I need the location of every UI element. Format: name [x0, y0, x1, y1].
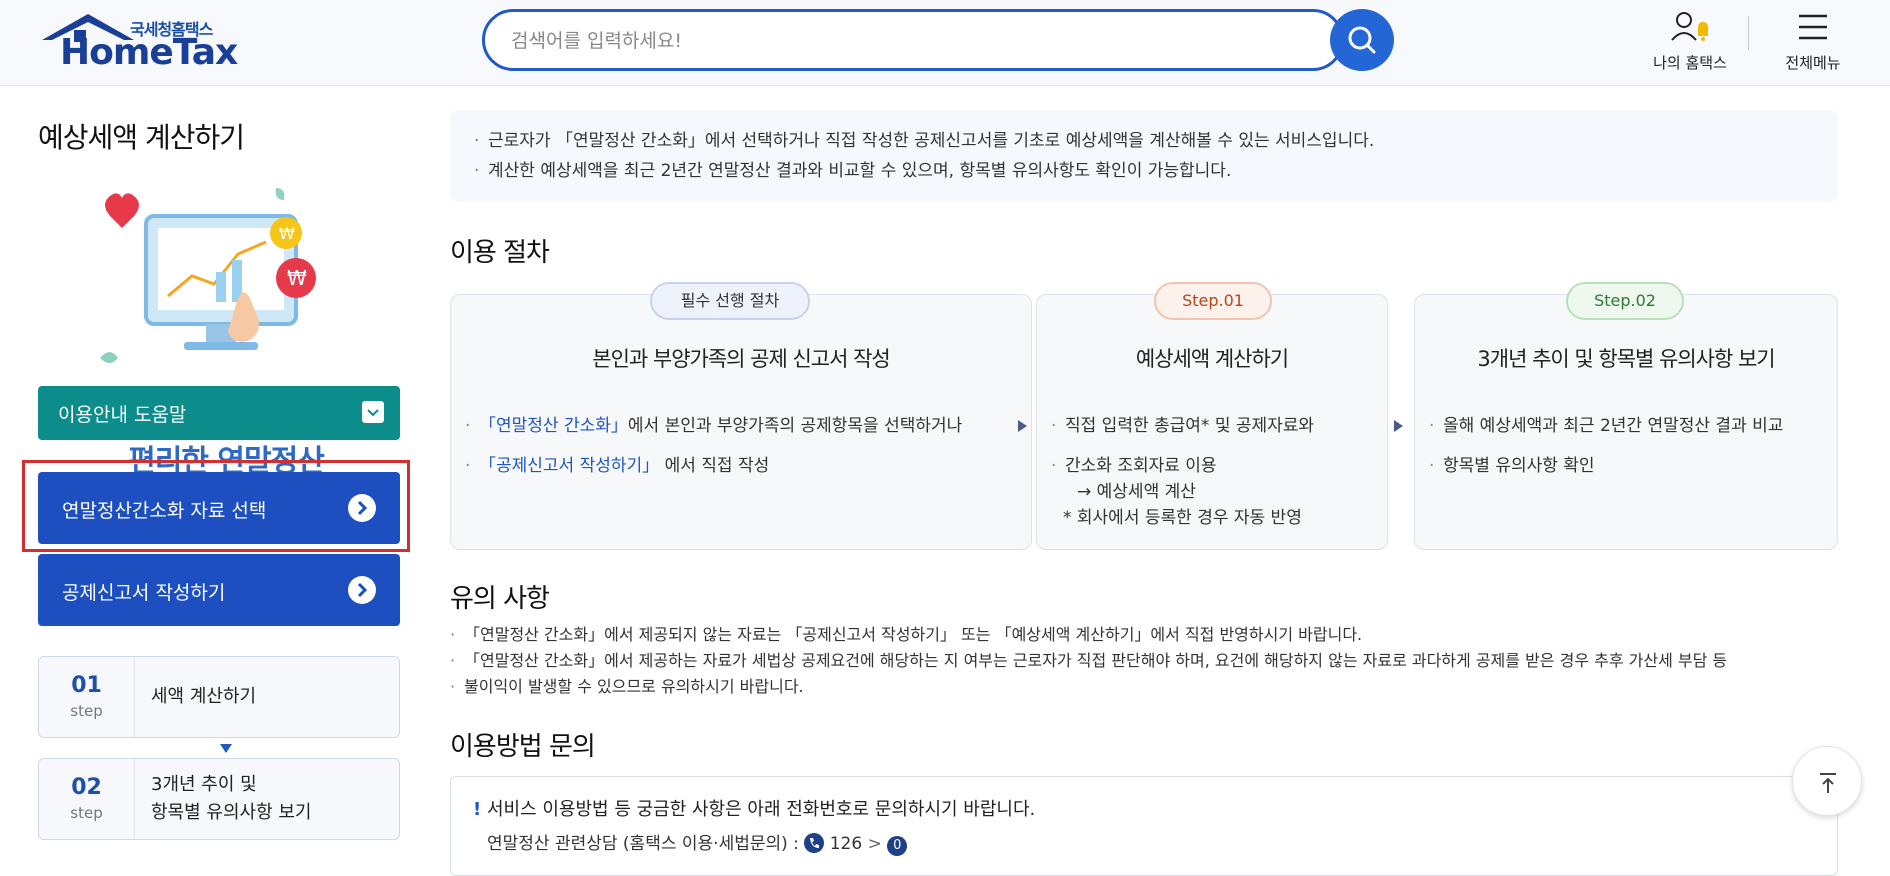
main-content: 근로자가 「연말정산 간소화」에서 선택하거나 직접 작성한 공제신고서를 기초… — [450, 86, 1890, 876]
search-icon — [1348, 26, 1376, 54]
svg-text:₩: ₩ — [287, 266, 307, 290]
header-divider — [1748, 16, 1749, 50]
step-02: 02 step 3개년 추이 및 항목별 유의사항 보기 — [38, 758, 400, 840]
header: 국세청홈택스 HomeTax 나의 홈택스 전체메뉴 — [0, 0, 1890, 86]
my-hometax-button[interactable]: 나의 홈택스 — [1640, 8, 1740, 73]
step02-badge: Step.02 — [1566, 282, 1684, 320]
list-item-note: * 회사에서 등록한 경우 자동 반영 — [1063, 508, 1302, 528]
inquiry-notice: ! 서비스 이용방법 등 궁금한 사항은 아래 전화번호로 문의하시기 바랍니다… — [473, 799, 1036, 820]
list-item: 「공제신고서 작성하기」 에서 직접 작성 — [465, 453, 1019, 479]
my-hometax-label: 나의 홈택스 — [1653, 54, 1727, 72]
declaration-write-button[interactable]: 공제신고서 작성하기 — [38, 554, 400, 626]
notes-title: 유의 사항 — [450, 584, 550, 614]
inquiry-contact: 연말정산 관련상담 (홈택스 이용·세법문의) : 126 > 0 — [487, 829, 908, 856]
chevron-down-icon — [362, 401, 384, 423]
step-01: 01 step 세액 계산하기 — [38, 656, 400, 738]
search-box — [482, 9, 1344, 71]
usage-guide-label: 이용안내 도움말 — [58, 404, 187, 426]
step-label: 세액 계산하기 — [151, 686, 257, 707]
intro-line: 근로자가 「연말정산 간소화」에서 선택하거나 직접 작성한 공제신고서를 기초… — [474, 126, 1814, 156]
list-item: 직접 입력한 총급여* 및 공제자료와 — [1051, 413, 1375, 439]
list-item: 항목별 유의사항 확인 — [1429, 453, 1825, 479]
inquiry-box: ! 서비스 이용방법 등 궁금한 사항은 아래 전화번호로 문의하시기 바랍니다… — [450, 776, 1838, 876]
list-item: 간소화 조회자료 이용 — [1051, 453, 1375, 479]
declaration-write-label: 공제신고서 작성하기 — [62, 582, 226, 604]
procedure-title: 이용 절차 — [450, 238, 550, 268]
note-item-cont: 불이익이 발생할 수 있으므로 유의하시기 바랍니다. — [450, 674, 1850, 700]
list-item: 「연말정산 간소화」에서 본인과 부양가족의 공제항목을 선택하거나 — [465, 413, 1019, 439]
intro-box: 근로자가 「연말정산 간소화」에서 선택하거나 직접 작성한 공제신고서를 기초… — [450, 110, 1838, 202]
step-number: 02 step — [39, 759, 135, 839]
step01-badge: Step.01 — [1154, 282, 1272, 320]
procedure-card-step01: 예상세액 계산하기 직접 입력한 총급여* 및 공제자료와 간소화 조회자료 이… — [1036, 294, 1388, 550]
flow-arrow-icon — [1394, 420, 1403, 432]
logo-title: HomeTax — [60, 32, 238, 73]
procedure-card-prerequisite: 본인과 부양가족의 공제 신고서 작성 「연말정산 간소화」에서 본인과 부양가… — [450, 294, 1032, 550]
all-menu-label: 전체메뉴 — [1785, 54, 1841, 72]
card-heading: 예상세액 계산하기 — [1135, 347, 1289, 371]
declaration-link[interactable]: 「공제신고서 작성하기」 — [479, 456, 659, 476]
inquiry-title: 이용방법 문의 — [450, 732, 596, 762]
step-number: 01 step — [39, 657, 135, 737]
phone-icon — [804, 833, 825, 853]
card-list: 「연말정산 간소화」에서 본인과 부양가족의 공제항목을 선택하거나 「공제신고… — [465, 413, 1019, 493]
selection-highlight — [22, 460, 410, 552]
step-label: 3개년 추이 및 항목별 유의사항 보기 — [151, 774, 312, 823]
svg-text:₩: ₩ — [279, 224, 295, 243]
search-input[interactable] — [511, 26, 1271, 56]
card-heading: 본인과 부양가족의 공제 신고서 작성 — [592, 347, 891, 371]
exclamation-icon: ! — [473, 799, 482, 820]
note-item: 「연말정산 간소화」에서 제공하는 자료가 세법상 공제요건에 해당하는 지 여… — [450, 648, 1850, 674]
chevron-right-icon — [348, 576, 376, 604]
list-item: 올해 예상세액과 최근 2년간 연말정산 결과 비교 — [1429, 413, 1825, 439]
note-item: 「연말정산 간소화」에서 제공되지 않는 자료는 「공제신고서 작성하기」 또는… — [450, 622, 1850, 648]
page-title: 예상세액 계산하기 — [38, 121, 245, 154]
search-button[interactable] — [1330, 9, 1394, 71]
card-list: 직접 입력한 총급여* 및 공제자료와 간소화 조회자료 이용 → 예상세액 계… — [1051, 413, 1375, 545]
user-bell-icon — [1671, 12, 1708, 41]
procedure-card-step02: 3개년 추이 및 항목별 유의사항 보기 올해 예상세액과 최근 2년간 연말정… — [1414, 294, 1838, 550]
arrow-up-icon — [1820, 773, 1836, 793]
card-heading: 3개년 추이 및 항목별 유의사항 보기 — [1477, 347, 1775, 371]
intro-line: 계산한 예상세액을 최근 2년간 연말정산 결과와 비교할 수 있으며, 항목별… — [474, 156, 1814, 186]
separator: > — [867, 834, 882, 854]
list-item-sub: → 예상세액 계산 — [1077, 482, 1196, 502]
prerequisite-badge: 필수 선행 절차 — [650, 282, 810, 320]
all-menu-button[interactable]: 전체메뉴 — [1768, 8, 1858, 73]
hometax-logo[interactable]: 국세청홈택스 HomeTax — [38, 10, 238, 74]
simplified-link[interactable]: 「연말정산 간소화」 — [479, 416, 628, 436]
sidebar: 예상세액 계산하기 ₩ ₩ 편리한 연말정산 이용안내 도움말 연말정산간소화 — [0, 86, 420, 857]
flow-arrow-icon — [1018, 420, 1027, 432]
hamburger-menu-icon — [1799, 14, 1827, 40]
option-badge: 0 — [887, 836, 908, 856]
scroll-to-top-button[interactable] — [1792, 746, 1862, 816]
phone-number: 126 — [829, 834, 863, 854]
usage-guide-dropdown[interactable]: 이용안내 도움말 — [38, 386, 400, 440]
step-arrow-down-icon — [220, 744, 232, 753]
card-list: 올해 예상세액과 최근 2년간 연말정산 결과 비교 항목별 유의사항 확인 — [1429, 413, 1825, 493]
